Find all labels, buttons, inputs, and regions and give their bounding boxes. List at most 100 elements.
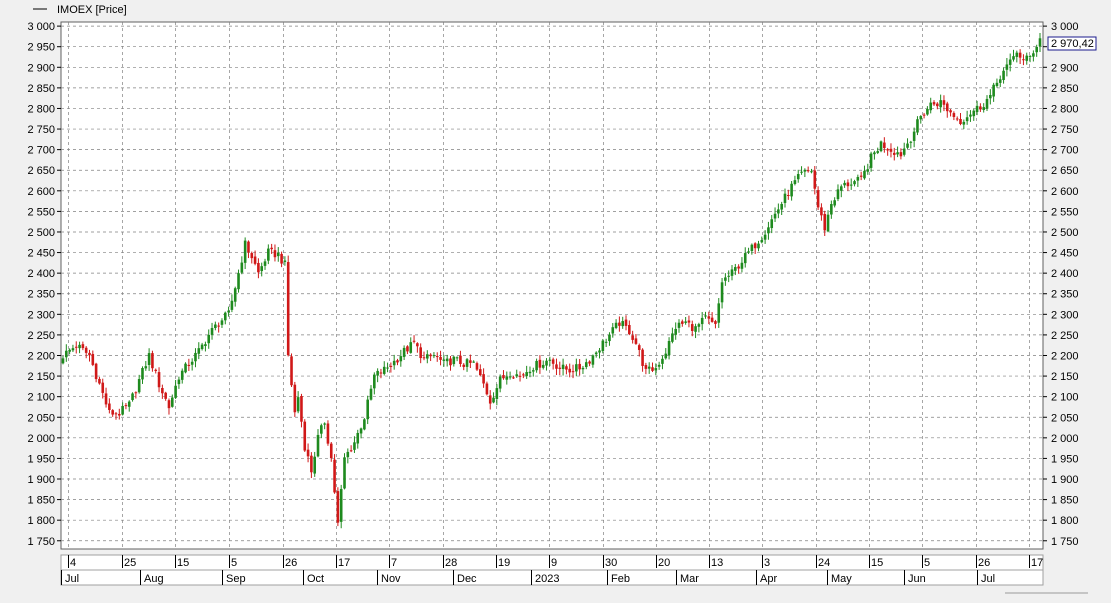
candle-body <box>962 121 966 125</box>
candle-body <box>545 360 548 366</box>
candle-body <box>568 368 572 373</box>
candle-body <box>190 361 194 365</box>
candle-body <box>409 342 413 353</box>
y-tick-label-left: 2 650 <box>27 165 55 177</box>
candle-body <box>356 432 360 444</box>
candle-body <box>333 459 336 493</box>
candle-body <box>240 262 244 273</box>
candle-body <box>71 348 75 351</box>
y-tick-label-right: 2 550 <box>1051 206 1079 218</box>
candle-body <box>883 142 886 149</box>
y-tick-label-right: 1 800 <box>1051 515 1079 527</box>
x-month-label: Dec <box>457 573 477 585</box>
y-tick-label-left: 1 850 <box>27 495 55 507</box>
y-tick-label-left: 2 500 <box>27 227 55 239</box>
candle-body <box>575 364 578 372</box>
candle-body <box>1015 52 1019 57</box>
candle-body <box>147 353 151 365</box>
candle-body <box>621 321 625 327</box>
candle-body <box>323 423 326 425</box>
candle-body <box>737 266 740 269</box>
candle-body <box>65 350 68 358</box>
candle-body <box>257 262 260 273</box>
y-tick-label-right: 3 000 <box>1051 21 1079 33</box>
candle-body <box>1018 52 1022 58</box>
candle-body <box>922 114 926 116</box>
candle-body <box>909 141 913 143</box>
candle-body <box>111 410 114 415</box>
candle-body <box>88 352 91 356</box>
y-tick-label-right: 2 850 <box>1051 83 1079 95</box>
candle-body <box>763 234 767 240</box>
candle-body <box>965 117 969 122</box>
candle-body <box>793 180 797 184</box>
candle-body <box>641 349 644 366</box>
candle-body <box>366 399 369 420</box>
candle-body <box>786 194 790 196</box>
candle-body <box>452 356 456 365</box>
candle-body <box>488 395 492 404</box>
candle-body <box>720 282 724 303</box>
candle-body <box>426 354 429 359</box>
candle-body <box>396 360 399 363</box>
candle-body <box>406 346 409 352</box>
y-tick-label-left: 2 900 <box>27 62 55 74</box>
candle-body <box>555 364 558 369</box>
candle-body <box>482 374 485 384</box>
candle-body <box>598 350 601 353</box>
candle-body <box>952 113 956 117</box>
candle-body <box>204 344 207 347</box>
candle-body <box>601 340 605 352</box>
candle-body <box>558 367 562 369</box>
candle-body <box>151 353 154 369</box>
candle-body <box>836 189 840 200</box>
candle-body <box>303 421 307 451</box>
candle-body <box>657 364 661 367</box>
candle-body <box>995 82 999 86</box>
x-day-label: 17 <box>1031 557 1043 569</box>
candle-body <box>399 356 403 362</box>
plot-area <box>60 21 1044 550</box>
candle-body <box>929 102 933 111</box>
candle-body <box>74 346 78 348</box>
candle-body <box>770 219 774 229</box>
candle-body <box>187 364 191 367</box>
candle-body <box>469 360 472 363</box>
candle-body <box>548 359 552 361</box>
candle-body <box>873 152 876 155</box>
candle-body <box>916 119 919 133</box>
candle-body <box>164 392 167 399</box>
candle-body <box>704 315 707 317</box>
candle-body <box>628 325 631 335</box>
candle-body <box>810 171 813 173</box>
x-month-label: Jun <box>908 573 926 585</box>
x-month-label: Apr <box>760 573 777 585</box>
x-day-label: 15 <box>177 557 189 569</box>
candle-body <box>492 397 495 403</box>
candle-body <box>985 98 989 109</box>
candle-body <box>273 250 277 258</box>
candle-body <box>541 364 545 368</box>
candle-body <box>184 363 187 373</box>
candle-body <box>270 247 273 250</box>
x-day-label: 24 <box>818 557 830 569</box>
y-tick-label-right: 2 250 <box>1051 330 1079 342</box>
candle-body <box>982 107 985 110</box>
candle-body <box>91 353 95 365</box>
candle-body <box>349 450 353 452</box>
candle-body <box>730 269 734 276</box>
y-tick-label-right: 2 200 <box>1051 350 1079 362</box>
candle-body <box>478 369 482 376</box>
candle-body <box>243 240 247 263</box>
candle-body <box>214 324 217 329</box>
candle-body <box>296 397 300 412</box>
candle-body <box>677 322 681 328</box>
candle-body <box>989 94 992 99</box>
candle-body <box>472 361 475 363</box>
candle-body <box>459 355 462 365</box>
candle-body <box>267 248 270 261</box>
y-tick-label-right: 2 100 <box>1051 392 1079 404</box>
candle-body <box>180 370 184 380</box>
candle-body <box>293 384 297 413</box>
candle-body <box>81 344 85 349</box>
